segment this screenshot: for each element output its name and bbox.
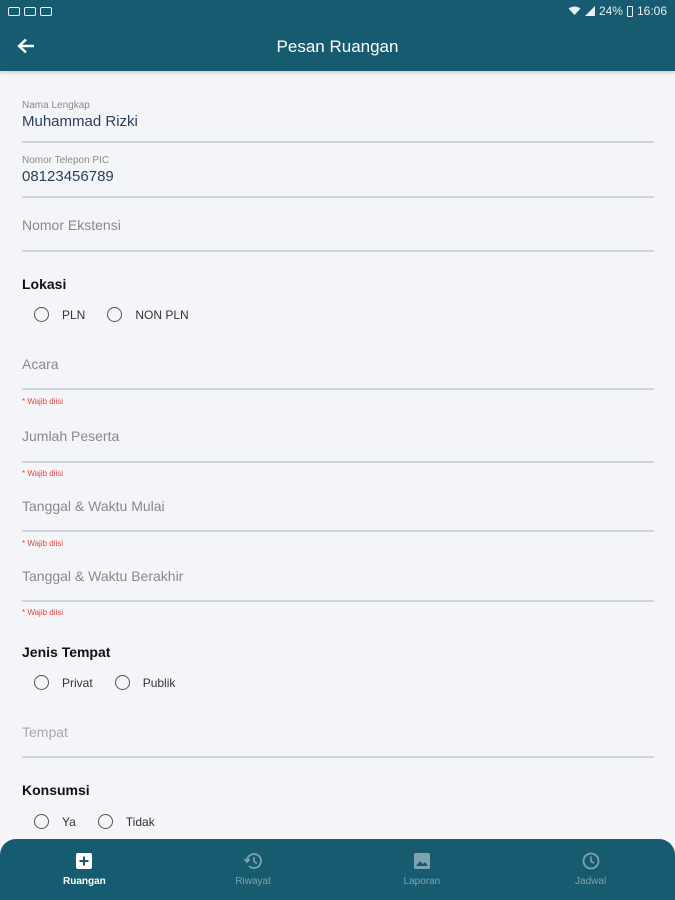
back-button[interactable] xyxy=(14,34,38,58)
name-field[interactable]: Nama Lengkap Muhammad Rizki xyxy=(22,100,654,143)
radio-circle-icon xyxy=(34,307,49,322)
radio-circle-icon xyxy=(34,814,49,829)
nav-label: Ruangan xyxy=(62,876,106,887)
nav-laporan[interactable]: Laporan xyxy=(338,839,507,900)
nav-jadwal[interactable]: Jadwal xyxy=(506,839,675,900)
venue-field[interactable]: Tempat xyxy=(22,724,654,758)
location-radio-group: PLN NON PLN xyxy=(34,307,211,322)
bottom-navigation: Ruangan Riwayat Laporan Jadwal xyxy=(0,839,675,900)
radio-publik[interactable]: Publik xyxy=(114,675,176,690)
radio-pln[interactable]: PLN xyxy=(34,307,85,322)
radio-privat[interactable]: Privat xyxy=(34,675,93,690)
app-bar: Pesan Ruangan xyxy=(0,22,675,71)
radio-circle-icon xyxy=(107,307,123,322)
location-section-title: Lokasi xyxy=(22,276,67,292)
clock-icon xyxy=(582,852,600,870)
phone-value: 08123456789 xyxy=(22,168,114,185)
radio-label: Privat xyxy=(62,675,93,690)
name-value: Muhammad Rizki xyxy=(22,113,138,130)
battery-percent: 24% xyxy=(598,4,623,18)
event-field[interactable]: Acara xyxy=(22,356,654,390)
event-placeholder: Acara xyxy=(22,356,59,372)
nav-label: Riwayat xyxy=(235,876,271,887)
battery-icon xyxy=(626,5,633,17)
clock-time: 16:06 xyxy=(636,4,667,18)
venue-placeholder: Tempat xyxy=(22,724,68,740)
extension-field[interactable]: Nomor Ekstensi xyxy=(22,217,654,252)
radio-circle-icon xyxy=(34,675,49,690)
start-datetime-field[interactable]: Tanggal & Waktu Mulai xyxy=(22,498,654,532)
nav-label: Laporan xyxy=(403,876,441,887)
end-datetime-placeholder: Tanggal & Waktu Berakhir xyxy=(22,568,184,584)
signal-icon xyxy=(584,6,595,16)
start-datetime-error: * Wajib diisi xyxy=(22,539,64,548)
start-datetime-placeholder: Tanggal & Waktu Mulai xyxy=(22,498,165,514)
radio-ya[interactable]: Ya xyxy=(34,814,76,829)
nav-ruangan[interactable]: Ruangan xyxy=(0,839,169,900)
radio-label: Ya xyxy=(62,814,76,829)
field-underline xyxy=(22,461,654,463)
event-error: * Wajib diisi xyxy=(22,397,64,406)
radio-tidak[interactable]: Tidak xyxy=(97,814,155,829)
radio-label: Publik xyxy=(142,675,176,690)
notification-icons xyxy=(8,6,52,16)
venue-type-radio-group: Privat Publik xyxy=(34,675,197,690)
field-underline xyxy=(22,756,654,758)
image-notification-icon xyxy=(8,6,20,16)
consumption-section-title: Konsumsi xyxy=(22,782,90,798)
end-datetime-error: * Wajib diisi xyxy=(22,608,64,617)
field-underline xyxy=(22,530,654,532)
field-underline xyxy=(22,250,654,252)
phone-field[interactable]: Nomor Telepon PIC 08123456789 xyxy=(22,155,654,198)
arrow-back-icon xyxy=(17,38,34,54)
radio-label: PLN xyxy=(62,307,86,322)
radio-circle-icon xyxy=(97,814,113,829)
participants-placeholder: Jumlah Peserta xyxy=(22,428,120,444)
radio-label: Tidak xyxy=(125,814,155,829)
end-datetime-field[interactable]: Tanggal & Waktu Berakhir xyxy=(22,568,654,602)
nav-riwayat[interactable]: Riwayat xyxy=(169,839,338,900)
participants-error: * Wajib diisi xyxy=(22,469,64,478)
image-notification-icon xyxy=(24,6,36,16)
image-icon xyxy=(413,853,430,869)
radio-label: NON PLN xyxy=(135,307,189,322)
participants-field[interactable]: Jumlah Peserta xyxy=(22,428,654,463)
venue-type-section-title: Jenis Tempat xyxy=(22,644,111,660)
field-underline xyxy=(22,196,654,198)
phone-label: Nomor Telepon PIC xyxy=(22,155,110,166)
page-title: Pesan Ruangan xyxy=(276,36,399,56)
add-box-icon xyxy=(76,853,93,869)
name-label: Nama Lengkap xyxy=(22,100,90,111)
history-icon xyxy=(243,853,262,869)
field-underline xyxy=(22,141,654,143)
extension-placeholder: Nomor Ekstensi xyxy=(22,217,121,233)
image-notification-icon xyxy=(40,6,52,16)
nav-label: Jadwal xyxy=(575,876,607,887)
consumption-radio-group: Ya Tidak xyxy=(34,814,177,829)
wifi-icon xyxy=(568,6,581,15)
field-underline xyxy=(22,388,654,390)
field-underline xyxy=(22,600,654,602)
status-bar: 24% 16:06 xyxy=(0,0,675,22)
radio-non-pln[interactable]: NON PLN xyxy=(107,307,189,322)
radio-circle-icon xyxy=(114,675,130,690)
